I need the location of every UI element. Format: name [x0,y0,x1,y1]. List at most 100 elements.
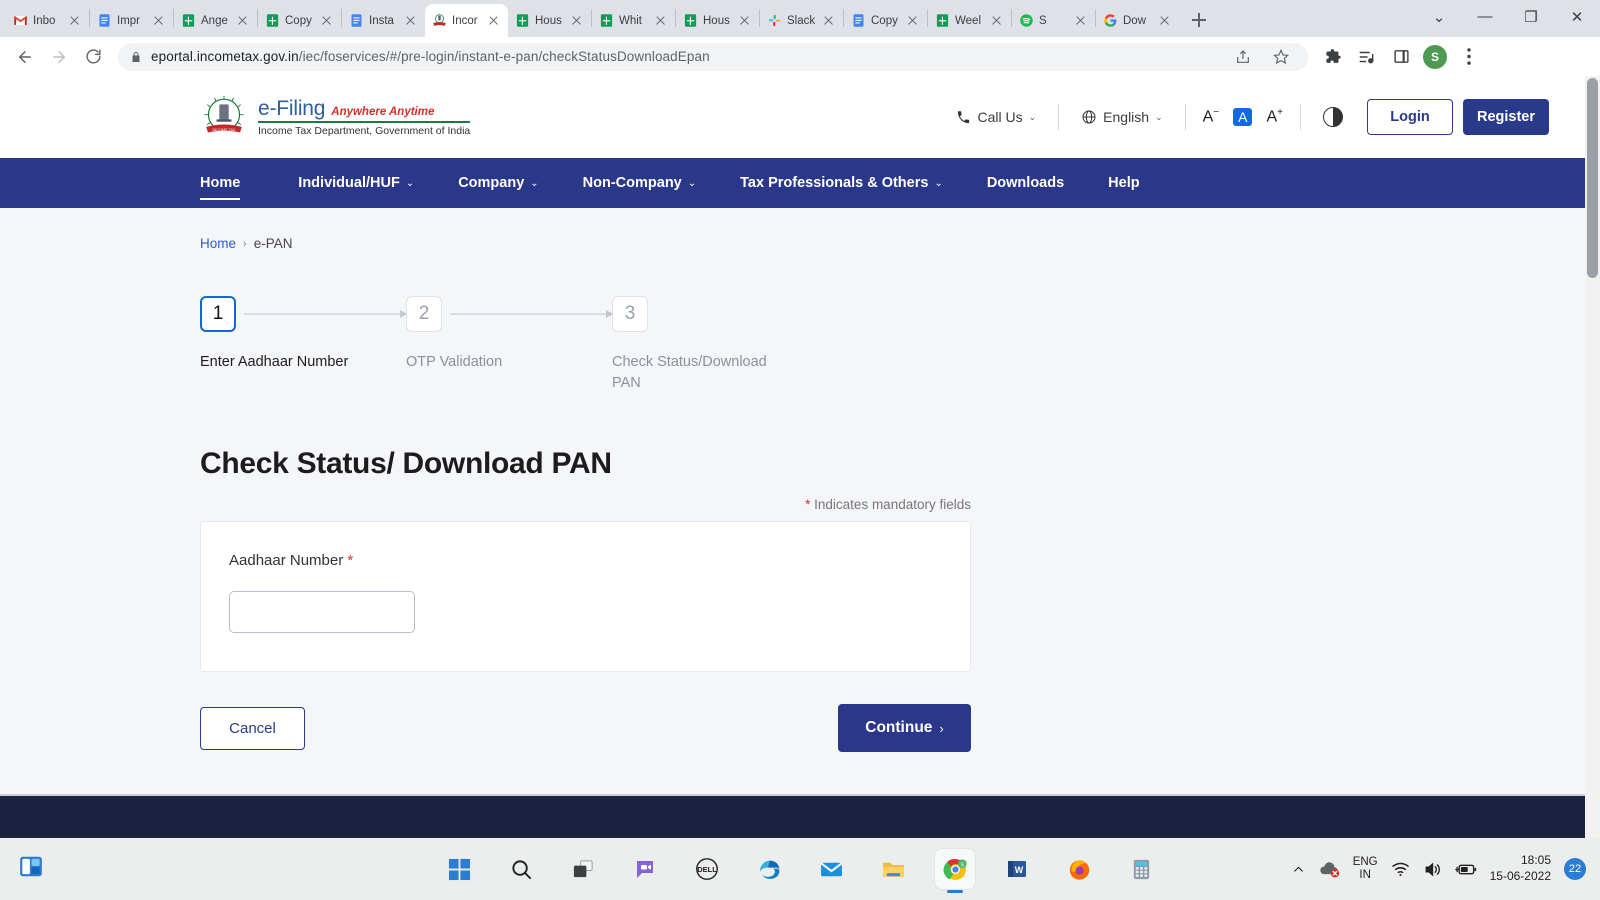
nav-item-non-company[interactable]: Non-Company ⌄ [561,158,718,208]
chat-button[interactable] [625,849,665,889]
page-scrollbar-track[interactable] [1585,76,1600,838]
login-button[interactable]: Login [1367,99,1453,135]
breadcrumb-home-link[interactable]: Home [200,236,236,251]
efiling-logo[interactable]: INCOME TAX e-Filing Anywhere Anytime Inc… [200,94,471,141]
browser-tab[interactable]: Slack [760,4,843,37]
back-icon[interactable] [10,42,40,72]
stepper-step-2: 2 OTP Validation [406,296,613,393]
tab-close-icon[interactable] [653,13,668,28]
chrome-button[interactable]: S [935,849,975,889]
nav-item-label: Help [1108,175,1140,191]
notification-badge[interactable]: 22 [1564,858,1586,880]
clock[interactable]: 18:05 15-06-2022 [1490,853,1551,884]
task-view-icon [573,859,593,877]
national-emblem-icon: INCOME TAX [204,95,244,133]
language-indicator[interactable]: ENG IN [1353,856,1378,882]
share-icon[interactable] [1228,42,1258,72]
extensions-icon[interactable] [1318,42,1348,72]
tab-search-chevron-icon[interactable]: ⌄ [1416,0,1462,33]
cancel-button[interactable]: Cancel [200,706,305,750]
close-window-button[interactable]: ✕ [1554,0,1600,33]
browser-tab[interactable]: Weel [928,4,1011,37]
new-tab-button[interactable] [1185,6,1213,34]
forward-icon[interactable] [44,42,74,72]
browser-tab[interactable]: S [1012,4,1095,37]
taskbar-widgets-button[interactable] [18,854,44,885]
form-actions: Cancel Continue › [200,704,971,753]
browser-tab[interactable]: Dow [1096,4,1179,37]
nav-item-company[interactable]: Company ⌄ [436,158,560,208]
address-bar[interactable]: eportal.incometax.gov.in/iec/foservices/… [118,42,1308,72]
wifi-icon[interactable] [1391,861,1410,877]
breadcrumb-separator-icon: › [243,237,247,250]
volume-icon[interactable] [1423,861,1442,878]
tray-expand-icon[interactable] [1292,863,1305,876]
reload-icon[interactable] [78,42,108,72]
tab-close-icon[interactable] [235,13,250,28]
nav-item-label: Non-Company [582,175,682,191]
chrome-menu-icon[interactable] [1454,42,1484,72]
profile-button[interactable]: S [1420,42,1450,72]
edge-button[interactable] [749,849,789,889]
register-button[interactable]: Register [1463,99,1549,135]
tab-close-icon[interactable] [486,13,501,28]
omnibox-actions [1228,42,1296,72]
media-list-icon[interactable] [1352,42,1382,72]
call-us-dropdown[interactable]: Call Us ⌄ [942,109,1050,125]
browser-tab[interactable]: Inbo [6,4,89,37]
step-label-1: Enter Aadhaar Number [200,354,349,370]
nav-item-help[interactable]: Help [1086,158,1161,208]
tab-close-icon[interactable] [319,13,334,28]
tab-close-icon[interactable] [403,13,418,28]
font-normal-button[interactable]: A [1233,108,1253,126]
tab-close-icon[interactable] [1073,13,1088,28]
battery-charging-icon[interactable] [1454,862,1477,877]
browser-tab[interactable]: Impr [90,4,173,37]
continue-button[interactable]: Continue › [838,704,971,753]
browser-tab[interactable]: Hous [676,4,759,37]
nav-item-downloads[interactable]: Downloads [965,158,1086,208]
tab-close-icon[interactable] [989,13,1004,28]
browser-tab[interactable]: Copy [258,4,341,37]
tab-close-icon[interactable] [821,13,836,28]
nav-item-tax-professionals-others[interactable]: Tax Professionals & Others ⌄ [718,158,965,208]
nav-item-individual-huf[interactable]: Individual/HUF ⌄ [276,158,436,208]
search-button[interactable] [501,849,541,889]
browser-tab-active[interactable]: Incor [425,4,508,37]
browser-tab[interactable]: Hous [508,4,591,37]
dell-button[interactable]: DELL [687,849,727,889]
tab-close-icon[interactable] [905,13,920,28]
nav-item-home[interactable]: Home [200,158,276,208]
tab-close-icon[interactable] [67,13,82,28]
maximize-button[interactable]: ❐ [1508,0,1554,33]
tab-title: Weel [955,14,981,27]
word-button[interactable]: W [997,849,1037,889]
calculator-button[interactable] [1121,849,1161,889]
browser-tab[interactable]: Copy [844,4,927,37]
side-panel-icon[interactable] [1386,42,1416,72]
profile-avatar[interactable]: S [1423,44,1447,69]
tab-close-icon[interactable] [569,13,584,28]
bookmark-star-icon[interactable] [1266,42,1296,72]
contrast-toggle-icon[interactable] [1323,107,1343,127]
browser-tab[interactable]: Ange [174,4,257,37]
windows-taskbar: DELL S W ENG IN 18:05 15-06-2022 22 [0,838,1600,900]
tab-close-icon[interactable] [1157,13,1172,28]
language-dropdown[interactable]: English ⌄ [1067,109,1176,125]
tab-close-icon[interactable] [151,13,166,28]
file-explorer-button[interactable] [873,849,913,889]
mail-button[interactable] [811,849,851,889]
font-increase-button[interactable]: A+ [1257,107,1292,126]
page-scrollbar-thumb[interactable] [1587,78,1598,278]
browser-tab[interactable]: Insta [342,4,425,37]
aadhaar-number-input[interactable] [229,591,415,634]
font-decrease-button[interactable]: A− [1194,107,1229,126]
task-view-button[interactable] [563,849,603,889]
browser-tab[interactable]: Whit [592,4,675,37]
onedrive-offline-icon[interactable] [1318,860,1340,878]
tab-close-icon[interactable] [737,13,752,28]
minimize-button[interactable]: — [1462,0,1508,33]
firefox-button[interactable] [1059,849,1099,889]
start-button[interactable] [439,849,479,889]
step-connector-2 [450,310,613,317]
